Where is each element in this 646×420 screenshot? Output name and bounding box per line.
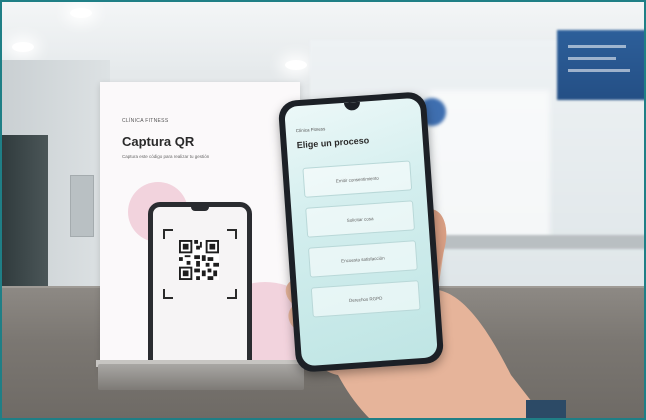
option-button[interactable]: Emitir consentimiento: [302, 160, 413, 198]
sign-line: [568, 45, 626, 48]
stand-brand-label: CLÍNICA FITNESS: [122, 118, 169, 124]
option-button[interactable]: Solicitar cosa: [305, 200, 416, 238]
stand-base: [98, 364, 304, 390]
phone-notch: [343, 101, 361, 111]
smartphone: Clínica Fitness Elige un proceso Emitir …: [277, 91, 445, 373]
scan-corner: [227, 289, 237, 299]
ceiling-light: [285, 60, 307, 70]
stand-title: Captura QR: [122, 134, 195, 149]
qr-code: [179, 240, 219, 280]
ceiling-light: [12, 42, 34, 52]
option-button[interactable]: Derechos RGPD: [310, 280, 421, 318]
qr-stand-card: CLÍNICA FITNESS Captura QR Captura este …: [100, 82, 300, 372]
blue-sign: [557, 30, 646, 100]
stand-subtitle: Captura este código para realizar tu ges…: [122, 154, 210, 159]
dark-doorway: [0, 135, 48, 290]
scan-corner: [163, 289, 173, 299]
sign-line: [568, 69, 630, 72]
ceiling-light: [70, 8, 92, 18]
sign-line: [568, 57, 616, 60]
phone-notch: [191, 206, 209, 211]
phone-illustration: [148, 202, 252, 372]
scan-corner: [163, 229, 173, 239]
phone-brand-label: Clínica Fitness: [295, 126, 326, 134]
wall-panel: [70, 175, 94, 237]
phone-title: Elige un proceso: [296, 135, 370, 151]
scan-corner: [227, 229, 237, 239]
photo-scene: CLÍNICA FITNESS Captura QR Captura este …: [0, 0, 646, 420]
option-button[interactable]: Encuesta satisfacción: [307, 240, 418, 278]
phone-screen: Clínica Fitness Elige un proceso Emitir …: [284, 97, 438, 367]
